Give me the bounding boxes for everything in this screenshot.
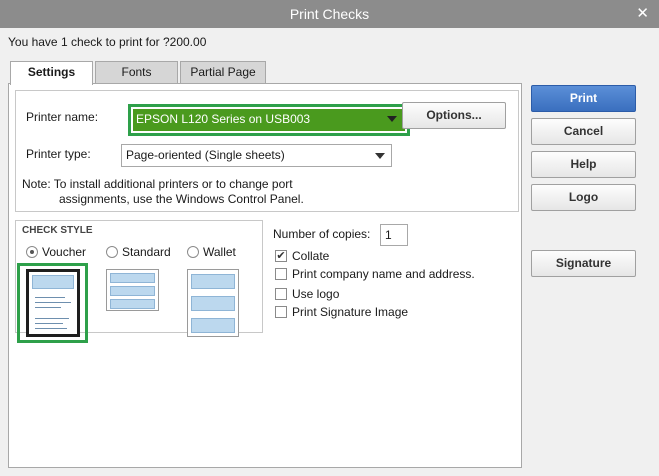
printer-name-select[interactable]: EPSON L120 Series on USB003: [128, 104, 410, 136]
collate-checkbox[interactable]: ✔: [275, 250, 287, 262]
help-button[interactable]: Help: [531, 151, 636, 178]
voucher-label: Voucher: [42, 245, 87, 259]
print-signature-checkbox[interactable]: [275, 306, 287, 318]
print-signature-label: Print Signature Image: [292, 305, 409, 319]
wallet-label: Wallet: [203, 245, 236, 259]
tab-partial-page[interactable]: Partial Page: [180, 61, 266, 83]
printer-name-label: Printer name:: [26, 110, 99, 124]
copies-label: Number of copies:: [273, 227, 371, 241]
printer-section: Printer name: EPSON L120 Series on USB00…: [15, 90, 519, 212]
use-logo-label: Use logo: [292, 287, 340, 301]
print-company-label: Print company name and address.: [292, 267, 475, 281]
chevron-down-icon: [387, 116, 397, 122]
options-button[interactable]: Options...: [402, 102, 506, 129]
collate-label: Collate: [292, 249, 330, 263]
copies-input[interactable]: 1: [380, 224, 408, 246]
check-style-section: CHECK STYLE Voucher Standard Wallet: [15, 220, 263, 343]
printer-note-line2: assignments, use the Windows Control Pan…: [59, 192, 304, 206]
chevron-down-icon: [375, 153, 385, 159]
standard-label: Standard: [122, 245, 171, 259]
tab-settings[interactable]: Settings: [10, 61, 93, 85]
tab-partial-page-label: Partial Page: [190, 65, 256, 79]
tab-settings-label: Settings: [27, 65, 76, 79]
use-logo-checkbox[interactable]: [275, 288, 287, 300]
tab-fonts-label: Fonts: [121, 65, 152, 79]
logo-button[interactable]: Logo: [531, 184, 636, 211]
close-icon[interactable]: ✕: [636, 0, 649, 28]
settings-panel: Printer name: EPSON L120 Series on USB00…: [8, 83, 522, 468]
wallet-radio[interactable]: [187, 246, 199, 258]
voucher-radio[interactable]: [26, 246, 38, 258]
signature-button[interactable]: Signature: [531, 250, 636, 277]
printer-note-line1: Note: To install additional printers or …: [22, 177, 293, 191]
standard-radio[interactable]: [106, 246, 118, 258]
window-title: Print Checks: [289, 6, 370, 22]
printer-type-label: Printer type:: [26, 147, 91, 161]
wallet-thumbnail[interactable]: [187, 269, 239, 337]
print-button[interactable]: Print: [531, 85, 636, 112]
printer-type-select[interactable]: Page-oriented (Single sheets): [121, 144, 392, 167]
check-summary: You have 1 check to print for ?200.00: [8, 35, 207, 49]
voucher-thumbnail[interactable]: [26, 269, 80, 337]
standard-thumbnail[interactable]: [106, 269, 159, 311]
printer-name-value: EPSON L120 Series on USB003: [136, 112, 311, 126]
tab-fonts[interactable]: Fonts: [95, 61, 178, 83]
print-company-checkbox[interactable]: [275, 268, 287, 280]
printer-type-value: Page-oriented (Single sheets): [126, 148, 285, 162]
title-bar: Print Checks ✕: [0, 0, 659, 28]
cancel-button[interactable]: Cancel: [531, 118, 636, 145]
check-style-heading: CHECK STYLE: [22, 225, 93, 236]
